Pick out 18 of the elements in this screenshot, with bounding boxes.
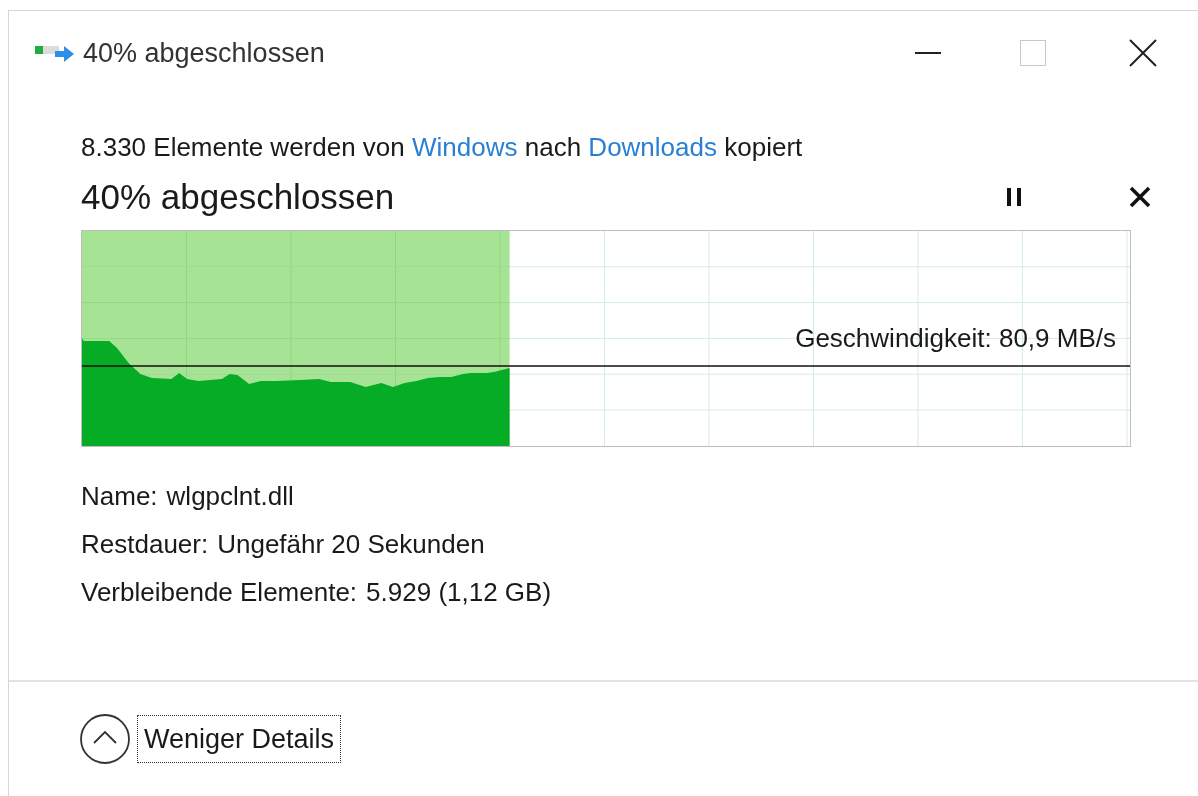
window-title: 40% abgeschlossen [83, 36, 325, 70]
maximize-icon [1020, 40, 1046, 66]
detail-value: wlgpclnt.dll [166, 480, 294, 513]
folder-link[interactable]: Windows [412, 132, 518, 162]
progress-heading: 40% abgeschlossen [81, 175, 395, 218]
detail-label: Restdauer: [81, 528, 209, 561]
pause-icon [1007, 188, 1021, 206]
minimize-icon [915, 52, 941, 54]
speed-label: Geschwindigkeit: 80,9 MB/s [795, 323, 1116, 353]
detail-value: 5.929 (1,12 GB) [366, 576, 552, 609]
cancel-icon [1129, 186, 1151, 208]
detail-label: Name: [81, 480, 158, 513]
detail-label: Verbleibende Elemente: [81, 576, 358, 609]
detail-value: Ungefähr 20 Sekunden [217, 528, 485, 561]
folder-link[interactable]: Downloads [588, 132, 717, 162]
close-icon [1129, 39, 1157, 67]
chevron-icon [79, 713, 131, 765]
copy-summary: 8.330 Elemente werden von Windows nach Downloads kopiert [81, 131, 804, 163]
